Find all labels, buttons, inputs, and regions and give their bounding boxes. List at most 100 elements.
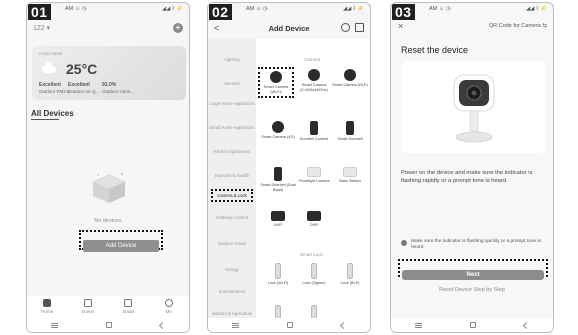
empty-state-text: No devices [94, 218, 122, 224]
smart-icon [124, 299, 133, 307]
category-item[interactable]: Sensors [208, 81, 256, 86]
lock-icon [347, 263, 353, 279]
category-item-camera-lock[interactable]: Camera & Lock [211, 189, 253, 202]
tab-home[interactable]: Home [32, 296, 62, 318]
home-selector[interactable]: 122 ▾ [33, 24, 50, 32]
category-item[interactable]: Exercise & Health [208, 173, 256, 178]
camera-illustration-icon [453, 74, 495, 143]
device-item[interactable]: Smart Doorbell [332, 121, 368, 142]
camera-icon [344, 69, 356, 81]
home-square-icon[interactable] [106, 322, 112, 328]
category-item[interactable]: Kitchen Appliances [208, 149, 256, 154]
qr-scan-icon[interactable] [355, 23, 364, 32]
status-bar-left: AM ☺ ◷ [65, 6, 87, 12]
tab-me[interactable]: Me [154, 296, 184, 318]
step-number: 02 [209, 4, 232, 20]
bottom-tab-bar: Home Scene Smart Me [27, 296, 189, 318]
device-smart-camera-wifi[interactable]: Smart Camera (Wi-Fi) [258, 67, 294, 98]
doorbell-icon [310, 121, 318, 135]
qr-code-camera-link[interactable]: QR Code for Camera ⇆ [489, 23, 547, 29]
lock-icon [311, 263, 317, 279]
check-circle-icon[interactable] [401, 240, 407, 246]
dvr-icon [307, 211, 321, 221]
tab-smart[interactable]: Smart [113, 296, 143, 318]
status-bar-left: AM ☺ ◷ [429, 6, 451, 12]
category-item[interactable]: Outdoor Travel [208, 241, 256, 246]
device-item[interactable]: Base Station [332, 167, 368, 184]
home-icon [43, 299, 52, 307]
reset-instructions: Power on the device and make sure the in… [401, 170, 533, 184]
weather-card[interactable]: Cozy Home 25°C Excellent Outdoor PM2.5 Ex… [32, 46, 186, 100]
menu-icon[interactable] [415, 322, 422, 328]
phone-screen-add-device: 02 AM ☺ ◷ ◢◢ ⌇ ⚡ < Add Device Lighting S… [207, 2, 371, 333]
device-list: Camera Smart Camera (Wi-Fi) Smart Camera… [256, 39, 370, 321]
close-icon[interactable]: × [398, 21, 403, 31]
device-item[interactable]: Doorbell Camera [296, 121, 332, 142]
back-icon[interactable] [158, 321, 167, 329]
status-bar-right: ◢◢ ⌇ ⚡ [161, 6, 183, 12]
device-item[interactable]: NVR [260, 211, 296, 228]
add-device-button[interactable]: Add Device [83, 240, 159, 252]
back-icon[interactable] [339, 321, 348, 329]
empty-box-icon [92, 172, 126, 203]
profile-icon [164, 299, 173, 307]
cloud-icon [42, 62, 56, 73]
category-item[interactable]: Energy [208, 267, 256, 272]
category-sidebar: Lighting Sensors Large Home Appliances S… [208, 39, 256, 318]
tab-all-devices[interactable]: All Devices [31, 109, 74, 118]
tab-scene[interactable]: Scene [73, 296, 103, 318]
nvr-icon [271, 211, 285, 221]
add-icon[interactable]: + [173, 23, 183, 33]
camera-icon [272, 121, 284, 133]
doorbell-icon [274, 167, 282, 181]
section-header: Camera [304, 57, 321, 62]
temperature: 25°C [66, 61, 98, 77]
status-bar-right: ◢◢ ⌇ ⚡ [342, 6, 364, 12]
android-nav-bar [208, 318, 370, 332]
scene-icon [83, 299, 92, 307]
device-item[interactable]: Smart Doorbell (Dual Band) [260, 167, 296, 192]
phone-screen-reset: 03 AM ☺ ◷ ◢◢ ⌇ ⚡ × QR Code for Camera ⇆ … [390, 2, 554, 333]
status-bar-right: ◢◢ ⌇ ⚡ [525, 6, 547, 12]
weather-stat: Excellent Outdoor Air Q... [68, 82, 100, 94]
step-number: 01 [28, 4, 51, 20]
camera-icon [270, 71, 282, 83]
device-item[interactable]: Lock (Wi-Fi) [260, 263, 296, 286]
next-button[interactable]: Next [402, 270, 544, 280]
scan-icon[interactable] [341, 23, 350, 32]
step-number: 03 [392, 4, 415, 20]
base-station-icon [343, 167, 357, 177]
category-item[interactable]: Lighting [208, 57, 256, 62]
highlight-frame: Add Device [79, 230, 163, 252]
doorbell-icon [346, 121, 354, 135]
category-item[interactable]: Gateway Control [208, 215, 256, 220]
category-item[interactable]: Small Home Appliances [208, 125, 256, 130]
device-item[interactable]: Lock (BLE) [332, 263, 368, 286]
device-item[interactable]: DVR [296, 211, 332, 228]
device-item[interactable]: Smart Camera (BLE) [332, 69, 368, 88]
camera-illustration-card [401, 61, 545, 153]
menu-icon[interactable] [232, 322, 239, 328]
back-icon[interactable] [522, 321, 531, 329]
highlight-frame: Next [398, 259, 548, 280]
floodlight-icon [307, 167, 321, 177]
home-square-icon[interactable] [287, 322, 293, 328]
tab-indicator [31, 119, 59, 120]
android-nav-bar [391, 318, 553, 332]
device-item[interactable]: Lock (Zigbee) [296, 263, 332, 286]
menu-icon[interactable] [51, 322, 58, 328]
weather-stat: 92.0% Outdoor Humi... [102, 82, 134, 94]
lock-icon [275, 263, 281, 279]
confirm-text: Make sure the indicator is flashing quic… [411, 239, 541, 250]
device-item[interactable]: Floodlight Camera [296, 167, 332, 184]
home-square-icon[interactable] [470, 322, 476, 328]
status-bar-left: AM ☺ ◷ [246, 6, 268, 12]
category-item[interactable]: Large Home Appliances [208, 101, 256, 106]
reset-step-by-step-link[interactable]: Reset Device Step by Step [391, 287, 553, 293]
device-item[interactable]: Smart Camera (4G) [260, 121, 296, 140]
category-item[interactable]: Industry & Agriculture [208, 311, 256, 316]
category-item[interactable]: Entertainment [208, 289, 256, 294]
device-item[interactable]: Smart Camera (2.4GHz&5GHz) [296, 69, 332, 92]
confirm-checkbox-row[interactable]: Make sure the indicator is flashing quic… [401, 239, 549, 251]
page-title: Reset the device [401, 45, 469, 55]
